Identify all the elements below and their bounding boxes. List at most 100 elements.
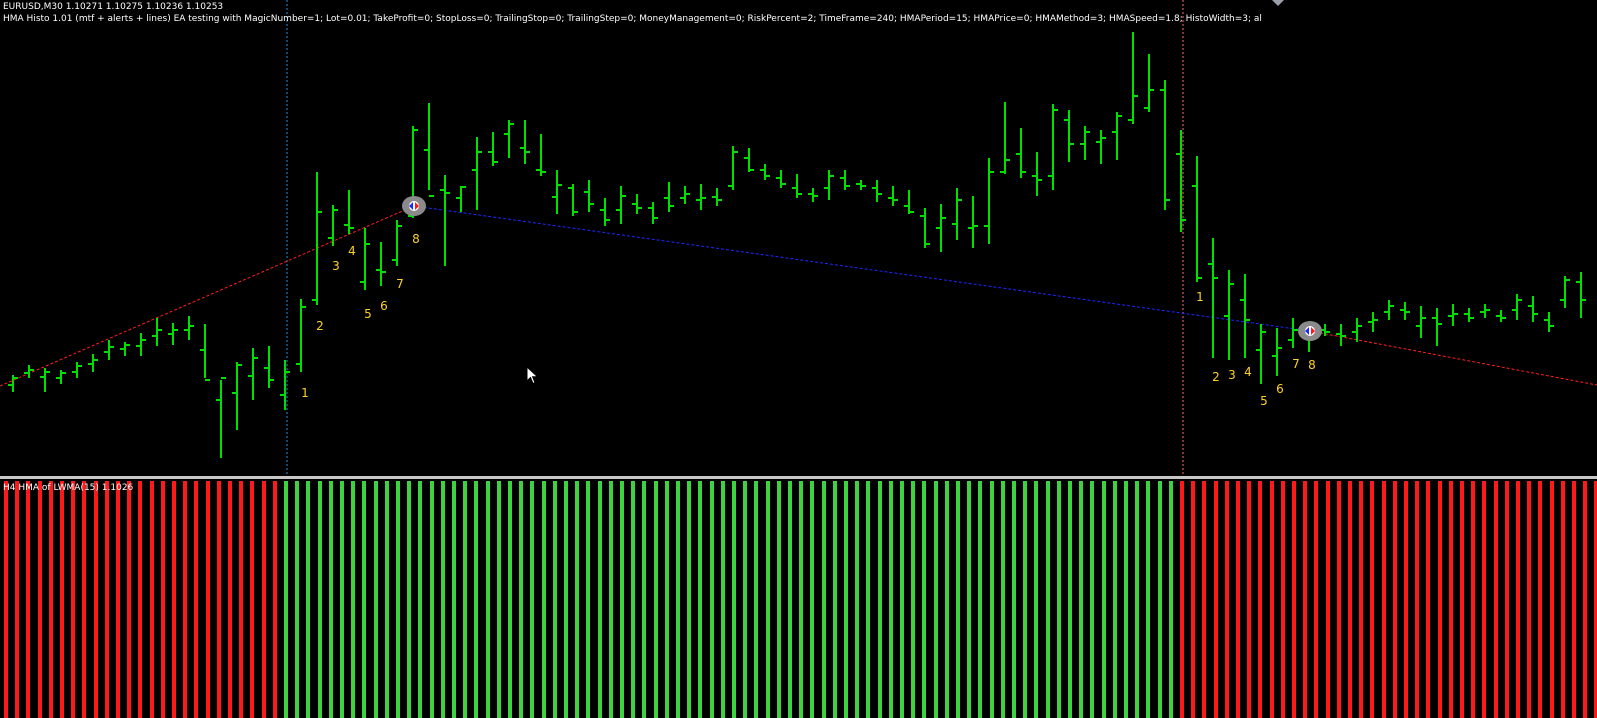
histogram-bar [362,481,366,718]
histogram-bar [978,481,982,718]
ohlc-bar [728,146,738,190]
ohlc-bar [632,194,642,214]
histogram-bar [1068,481,1072,718]
histogram-bar [1270,481,1274,718]
histogram-bar [1236,481,1240,718]
histogram-bar [26,481,30,718]
main-price-chart[interactable]: 1234567812345678 EURUSD,M30 1.10271 1.10… [0,0,1597,476]
histogram-bar [598,481,602,718]
histogram-bar [575,481,579,718]
ohlc-bar [184,316,194,340]
ohlc-bar [472,137,482,210]
histogram-bar [777,481,781,718]
count-label-second: 6 [1276,382,1284,396]
histogram-bar [116,481,120,718]
trend-line-down [413,205,1311,332]
ea-parameters-line: HMA Histo 1.01 (mtf + alerts + lines) EA… [3,14,1262,24]
count-label-second: 3 [1228,368,1236,382]
histogram-bar [676,481,680,718]
ohlc-bar [344,190,354,234]
histogram-bar [1550,481,1554,718]
histogram-bar [1482,481,1486,718]
histogram-bar [1505,481,1509,718]
ohlc-bar [216,377,226,458]
count-label-second: 5 [1260,394,1268,408]
ohlc-bar [120,342,130,356]
ohlc-bar [824,170,834,200]
indicator-subwindow[interactable]: H4 HMA of LWMA(15) 1.1026 [0,479,1597,718]
histogram-bar [1292,481,1296,718]
count-label-second: 2 [1212,370,1220,384]
ohlc-bar [424,103,434,197]
ohlc-bar [248,348,258,400]
ohlc-bar [856,180,866,190]
histogram-bar [1393,481,1397,718]
histogram-bar [844,481,848,718]
trade-close-marker-2 [1298,321,1322,341]
ohlc-bar [1528,296,1538,322]
histogram-bar [138,481,142,718]
histogram-bar [38,481,42,718]
histogram-bar [430,481,434,718]
ohlc-bar [920,208,930,248]
ohlc-bar [264,346,274,388]
ohlc-bar [1112,112,1122,160]
ohlc-bar [1208,238,1218,358]
histogram-bar [1135,481,1139,718]
ohlc-bar [440,175,450,266]
histogram-bar [889,481,893,718]
histogram-bar [273,481,277,718]
histogram-bar [542,481,546,718]
histogram-bar [82,481,86,718]
ohlc-bar [760,164,770,180]
indicator-label: H4 HMA of LWMA(15) 1.1026 [3,483,134,493]
histogram-bar [810,481,814,718]
histogram-bar [1191,481,1195,718]
ohlc-bar [1512,294,1522,320]
histogram-bar [687,481,691,718]
histogram-bar [1057,481,1061,718]
histogram-bar [698,481,702,718]
histogram-bar [1247,481,1251,718]
histogram-bar [1460,481,1464,718]
histogram-bar [407,481,411,718]
histogram-bar [1158,481,1162,718]
histogram-bar [60,481,64,718]
histogram-bar [329,481,333,718]
ohlc-bar [664,182,674,212]
ohlc-bar [280,360,290,410]
ohlc-bars-group [8,32,1586,458]
histogram-bar [183,481,187,718]
histogram-bar [396,481,400,718]
histogram-bar [1471,481,1475,718]
ohlc-bar [584,180,594,212]
histogram-bar [452,481,456,718]
ohlc-bar [1096,130,1106,164]
ohlc-bar [504,120,514,158]
histogram-bar [855,481,859,718]
histogram-bar [1258,481,1262,718]
histogram-bar [250,481,254,718]
mouse-pointer-icon [526,366,539,385]
ohlc-bar [1160,80,1170,210]
histogram-bar [1572,481,1576,718]
histogram-bar [1494,481,1498,718]
histogram-bar [463,481,467,718]
histogram-bar [1438,481,1442,718]
histogram-bar [990,481,994,718]
histogram-bar [474,481,478,718]
count-label-second: 7 [1292,357,1300,371]
symbol-quote-line: EURUSD,M30 1.10271 1.10275 1.10236 1.102… [3,2,224,12]
ohlc-bar [152,318,162,346]
ohlc-bar [744,148,754,172]
ohlc-bar [1448,304,1458,326]
histogram-bar [284,481,288,718]
ohlc-bar [1368,312,1378,332]
ohlc-bar [712,188,722,206]
ohlc-bar [1464,308,1474,322]
histogram-bar [441,481,445,718]
histogram-bar [306,481,310,718]
histogram-bar [732,481,736,718]
count-label-first: 5 [364,307,372,321]
histogram-bar [49,481,53,718]
